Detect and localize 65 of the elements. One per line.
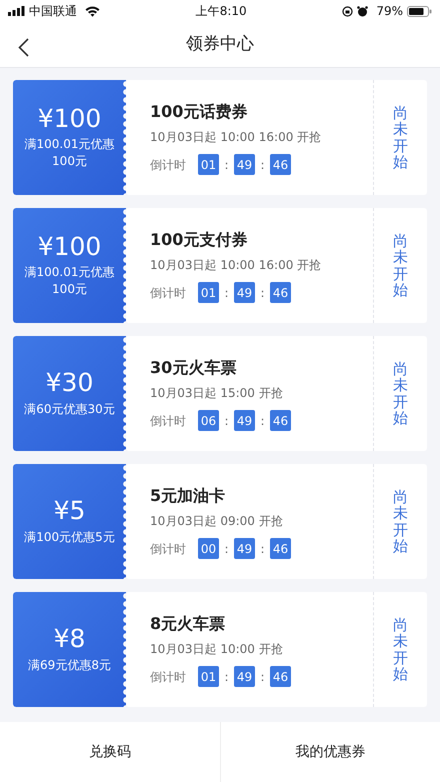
start-time: 10月03日起 10:00 16:00 开抢 xyxy=(150,129,322,146)
coupon-title: 30元火车票 xyxy=(150,357,238,379)
battery-icon xyxy=(407,6,432,16)
countdown-digits: 01 xyxy=(198,282,219,303)
start-time: 10月03日起 15:00 开抢 xyxy=(150,385,284,402)
countdown-digits: 46 xyxy=(270,282,291,303)
alarm-icon xyxy=(357,6,368,16)
coupon-title: 5元加油卡 xyxy=(150,485,226,507)
carrier-name: 中国联通 xyxy=(29,3,77,20)
colon-separator: : xyxy=(223,540,230,558)
colon-separator: : xyxy=(223,412,230,430)
coupon-title: 100元话费券 xyxy=(150,101,248,123)
coupon-status: 尚未开始 xyxy=(393,232,408,298)
start-time: 10月03日起 10:00 开抢 xyxy=(150,641,284,658)
coupon-condition: 满60元优惠30元 xyxy=(23,400,116,418)
status-time: 上午8:10 xyxy=(196,3,247,20)
coupon-status: 尚未开始 xyxy=(393,488,408,554)
coupon-title: 100元支付券 xyxy=(150,229,248,251)
countdown-digits: 06 xyxy=(198,410,219,431)
countdown-label: 倒计时 xyxy=(150,156,186,174)
countdown-label: 倒计时 xyxy=(150,284,186,302)
colon-separator: : xyxy=(223,284,230,302)
coupon-amount: ¥8 xyxy=(54,625,86,653)
rotation-lock-icon xyxy=(342,6,354,16)
coupon-condition: 满100.01元优惠100元 xyxy=(24,136,116,170)
countdown-digits: 46 xyxy=(270,410,291,431)
coupon-status: 尚未开始 xyxy=(393,616,408,682)
coupon-status: 尚未开始 xyxy=(393,104,408,170)
countdown-label: 倒计时 xyxy=(150,540,186,558)
coupon-title: 8元火车票 xyxy=(150,613,226,635)
coupon-condition: 满100.01元优惠100元 xyxy=(24,264,116,298)
countdown-digits: 49 xyxy=(234,666,255,687)
page-title: 领券中心 xyxy=(186,32,254,56)
coupon-amount: ¥30 xyxy=(46,369,94,397)
countdown-digits: 01 xyxy=(198,154,219,175)
colon-separator: : xyxy=(259,412,266,430)
colon-separator: : xyxy=(223,668,230,686)
countdown-digits: 49 xyxy=(234,410,255,431)
colon-separator: : xyxy=(259,540,266,558)
countdown-digits: 01 xyxy=(198,666,219,687)
back-icon xyxy=(18,38,29,58)
countdown-digits: 49 xyxy=(234,154,255,175)
coupon-amount: ¥100 xyxy=(38,232,102,260)
countdown-digits: 49 xyxy=(234,282,255,303)
coupon-amount: ¥5 xyxy=(54,497,86,525)
colon-separator: : xyxy=(259,668,266,686)
countdown-label: 倒计时 xyxy=(150,412,186,430)
coupon-condition: 满100元优惠5元 xyxy=(23,528,116,546)
countdown-digits: 46 xyxy=(270,538,291,559)
signal-icon xyxy=(8,6,25,16)
wifi-icon xyxy=(85,6,100,16)
countdown-digits: 00 xyxy=(198,538,219,559)
countdown-label: 倒计时 xyxy=(150,668,186,686)
countdown-digits: 46 xyxy=(270,154,291,175)
colon-separator: : xyxy=(223,156,230,174)
colon-separator: : xyxy=(259,156,266,174)
coupon-status: 尚未开始 xyxy=(393,360,408,426)
start-time: 10月03日起 09:00 开抢 xyxy=(150,513,284,530)
countdown-digits: 46 xyxy=(270,666,291,687)
coupon-amount: ¥100 xyxy=(38,104,102,132)
countdown-digits: 49 xyxy=(234,538,255,559)
battery-percent: 79% xyxy=(376,3,403,20)
start-time: 10月03日起 10:00 16:00 开抢 xyxy=(150,257,322,274)
colon-separator: : xyxy=(259,284,266,302)
coupon-condition: 满69元优惠8元 xyxy=(27,656,112,674)
